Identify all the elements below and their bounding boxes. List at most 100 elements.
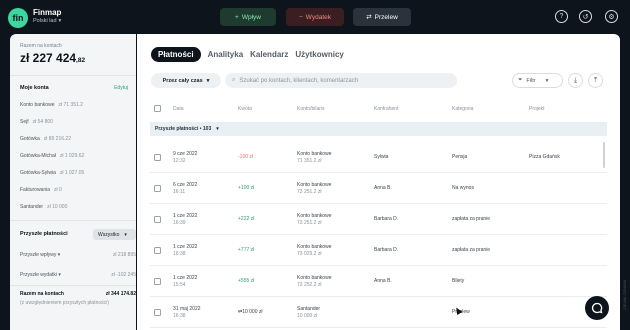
- watermark: ZIEMIA CENAMI: [622, 280, 627, 310]
- row-counterparty: Barbara D.: [374, 216, 399, 222]
- future-expense-label: Przyszłe wydatki ▾: [20, 272, 61, 278]
- divider: [10, 220, 136, 221]
- settings-gear-icon[interactable]: ⚙: [605, 10, 618, 23]
- period-selector[interactable]: Przez cały czas ▾: [151, 73, 221, 88]
- row-amount: +777 zł: [238, 247, 255, 253]
- account-name: Konto bankowe: [20, 102, 55, 108]
- sidebar: Razem na kontach zł 227 424,82 Moje kont…: [10, 34, 136, 330]
- future-expense-amount: zł -102 245: [111, 272, 136, 278]
- app-name: Finmap: [33, 8, 62, 17]
- future-filter-dropdown[interactable]: Wszystko ▾: [93, 229, 136, 240]
- filter-button[interactable]: ⏷ Filtr ▾: [512, 73, 563, 88]
- search-icon: ⌕: [232, 77, 236, 83]
- sum-amount: zł 344 174.82: [105, 291, 136, 297]
- row-checkbox[interactable]: [154, 309, 161, 316]
- chat-button[interactable]: [585, 296, 609, 320]
- account-name: Gotówka: [20, 136, 40, 142]
- header-counterparty[interactable]: Kontrahent: [374, 106, 398, 112]
- account-amount: zł 71 351.2: [58, 102, 83, 108]
- row-date: 9 cze 2022: [173, 151, 198, 157]
- row-category: Na wynos: [452, 185, 474, 191]
- header-amount[interactable]: Kwota: [238, 106, 252, 112]
- future-expense-row[interactable]: Przyszłe wydatki ▾ zł -102 245: [20, 272, 136, 278]
- edit-accounts-link[interactable]: Edytuj: [114, 85, 128, 91]
- transfer-arrows-icon: ⇄: [366, 14, 372, 21]
- row-account: Konto bankowe: [297, 151, 332, 157]
- add-transfer-button[interactable]: ⇄ Przelew: [353, 8, 411, 26]
- account-item[interactable]: Gotówka-Michał zł 1 029.62: [20, 153, 84, 159]
- account-name: Santander: [20, 204, 44, 210]
- row-time: 12:32: [173, 158, 186, 164]
- header-project[interactable]: Projekt: [529, 106, 545, 112]
- row-checkbox[interactable]: [154, 247, 161, 254]
- row-balance: 73 251.2 zł: [297, 189, 322, 195]
- upload-icon[interactable]: ⤒: [588, 73, 603, 88]
- account-name: Fakturowania: [20, 187, 51, 193]
- tab-analytics[interactable]: Analityka: [208, 47, 244, 62]
- row-counterparty: Barbara D.: [374, 247, 399, 253]
- future-income-label: Przyszłe wpływy ▾: [20, 252, 60, 258]
- row-category: zapłata za pranie: [452, 216, 491, 222]
- total-label: Razem na kontach: [20, 43, 62, 49]
- help-icon[interactable]: ?: [555, 10, 568, 23]
- main-panel: Płatności Analityka Kalendarz Użytkownic…: [137, 34, 620, 330]
- organization-selector[interactable]: Polski lad ▾: [33, 18, 61, 24]
- account-item[interactable]: Gotówka-Sylwia zł 1 027.05: [20, 170, 84, 176]
- organization-name: Polski lad: [33, 18, 57, 24]
- table-row[interactable]: 31 maj 2022 16:38 ⇄10 000 zł Santander 1…: [150, 297, 607, 328]
- period-value: Przez cały czas: [162, 77, 203, 84]
- search-placeholder: Szukać po kontach, klientach, komentarza…: [239, 77, 359, 84]
- table-row[interactable]: 9 cze 2022 12:32 -100 zł Konto bankowe 7…: [150, 142, 607, 173]
- total-balance-main: zł 227 424: [20, 51, 77, 65]
- row-checkbox[interactable]: [154, 216, 161, 223]
- total-balance: zł 227 424,82: [20, 51, 85, 65]
- account-item[interactable]: Gotówka zł 89 216.22: [20, 136, 71, 142]
- row-counterparty: Sylwia: [374, 154, 389, 160]
- header-date[interactable]: Data: [173, 106, 184, 112]
- row-category: Pensja: [452, 154, 468, 160]
- search-input[interactable]: ⌕ Szukać po kontach, klientach, komentar…: [225, 73, 457, 88]
- future-payments-group[interactable]: Przyszłe płatności • 103 ▾: [150, 122, 607, 136]
- finmap-logo[interactable]: fin: [8, 8, 28, 28]
- caret-down-icon: ▾: [216, 126, 219, 132]
- row-account: Konto bankowe: [297, 275, 332, 281]
- divider: [10, 75, 136, 76]
- caret-down-icon: ▾: [57, 252, 61, 258]
- filter-label: Filtr: [526, 77, 536, 84]
- table-row[interactable]: 1 cze 2022 16:38 +777 zł Konto bankowe 7…: [150, 235, 607, 266]
- account-item[interactable]: Sejf zł 54 800: [20, 119, 53, 125]
- row-checkbox[interactable]: [154, 278, 161, 285]
- row-counterparty: Anna B.: [374, 185, 392, 191]
- scrollbar[interactable]: [603, 142, 605, 168]
- group-label: Przyszłe płatności • 103: [155, 126, 212, 132]
- future-income-row[interactable]: Przyszłe wpływy ▾ zł 218 895: [20, 252, 136, 258]
- row-amount: ⇄10 000 zł: [238, 309, 263, 315]
- select-all-checkbox[interactable]: [154, 105, 161, 112]
- account-amount: zł 0: [54, 187, 62, 193]
- account-item[interactable]: Santander zł 10 000: [20, 204, 67, 210]
- header-account[interactable]: Konto/bilans: [297, 106, 325, 112]
- row-account: Santander: [297, 306, 321, 312]
- add-transfer-label: Przelew: [374, 13, 398, 21]
- download-icon[interactable]: ⤓: [568, 73, 583, 88]
- tab-calendar[interactable]: Kalendarz: [250, 47, 288, 62]
- table-row[interactable]: 1 cze 2022 15:54 +555 zł Konto bankowe 7…: [150, 266, 607, 297]
- table-row[interactable]: 1 cze 2022 16:39 +222 zł Konto bankowe 7…: [150, 204, 607, 235]
- tab-payments[interactable]: Płatności: [151, 47, 201, 62]
- row-checkbox[interactable]: [154, 185, 161, 192]
- caret-down-icon: ▾: [124, 231, 127, 238]
- sum-row: Razem na kontach zł 344 174.82: [20, 291, 136, 297]
- row-checkbox[interactable]: [154, 154, 161, 161]
- history-icon[interactable]: ↺: [579, 10, 592, 23]
- tab-users[interactable]: Użytkownicy: [295, 47, 343, 62]
- table-row[interactable]: 6 cze 2022 16:11 +100 zł Konto bankowe 7…: [150, 173, 607, 204]
- row-date: 1 cze 2022: [173, 244, 198, 250]
- row-category: zapłata za pranie: [452, 247, 491, 253]
- add-expense-button[interactable]: − Wydatek: [286, 8, 344, 26]
- table-header: Data Kwota Konto/bilans Kontrahent Kateg…: [137, 102, 607, 116]
- account-item[interactable]: Fakturowania zł 0: [20, 187, 62, 193]
- header-category[interactable]: Kategoria: [452, 106, 473, 112]
- account-item[interactable]: Konto bankowe zł 71 351.2: [20, 102, 83, 108]
- add-income-button[interactable]: + Wpływ: [220, 8, 276, 26]
- row-balance: 72 252.2 zł: [297, 282, 322, 288]
